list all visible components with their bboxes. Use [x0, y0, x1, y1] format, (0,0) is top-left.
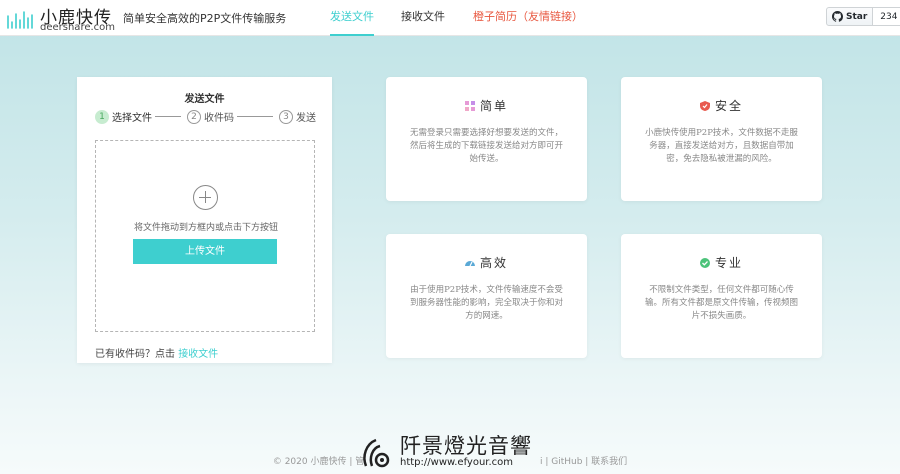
- step-label: 收件码: [204, 113, 234, 124]
- feature-card-efficient: 高效 由于使用P2P技术，文件传输速度不会受到服务器性能的影响，完全取决于你和对…: [386, 234, 587, 358]
- send-file-panel: 发送文件 1 选择文件 2 收件码 3 发送 将文件拖动到方框内或点击下方按钮 …: [77, 77, 332, 363]
- step-label: 发送: [296, 113, 316, 124]
- check-circle-icon: [699, 257, 710, 268]
- feature-title: 安全: [714, 99, 743, 113]
- feature-title: 专业: [714, 256, 743, 270]
- watermark-url: http://www.efyour.com: [400, 457, 514, 468]
- step-number: 2: [187, 109, 201, 124]
- github-star-widget: Star 234: [826, 7, 900, 26]
- github-star-count[interactable]: 234: [873, 7, 900, 26]
- footer-links[interactable]: i | GitHub | 联系我们: [540, 457, 627, 467]
- feature-desc: 小鹿快传使用P2P技术，文件数据不走服务器，直接发送给对方，且数据自带加密，免去…: [645, 128, 798, 164]
- slogan: 简单安全高效的P2P文件传输服务: [123, 12, 287, 25]
- watermark-title: 阡景燈光音響: [400, 434, 532, 458]
- shield-icon: [699, 100, 710, 111]
- receive-file-link[interactable]: 接收文件: [178, 349, 218, 360]
- feature-desc: 不限制文件类型，任何文件都可随心传输。所有文件都是原文件传输，传视频图片不损失画…: [644, 285, 798, 321]
- github-icon: [832, 11, 843, 22]
- feature-title-row: 简单: [386, 97, 587, 114]
- feature-desc: 无需登录只需要选择好想要发送的文件，然后将生成的下载链接发送给对方即可开始传送。: [409, 128, 563, 164]
- feature-card-secure: 安全 小鹿快传使用P2P技术，文件数据不走服务器，直接发送给对方，且数据自带加密…: [621, 77, 822, 201]
- feature-card-simple: 简单 无需登录只需要选择好想要发送的文件，然后将生成的下载链接发送给对方即可开始…: [386, 77, 587, 201]
- grid-icon: [464, 100, 475, 111]
- step-divider: [155, 116, 181, 117]
- feature-title-row: 专业: [621, 254, 822, 271]
- upload-file-button[interactable]: 上传文件: [133, 239, 277, 264]
- step-number: 1: [95, 109, 109, 124]
- feature-title: 简单: [479, 99, 508, 113]
- footer-text: © 2020 小鹿快传 | 管: [272, 457, 365, 467]
- drop-hint: 将文件拖动到方框内或点击下方按钮: [133, 223, 278, 233]
- github-star-label: Star: [846, 11, 868, 22]
- step-divider: [237, 116, 273, 117]
- speed-icon: [464, 260, 475, 266]
- file-dropzone[interactable]: 将文件拖动到方框内或点击下方按钮 上传文件: [95, 140, 315, 332]
- feature-title-row: 高效: [386, 254, 587, 271]
- feature-desc: 由于使用P2P技术，文件传输速度不会受到服务器性能的影响，完全取决于你和对方的网…: [409, 285, 563, 321]
- feature-card-professional: 专业 不限制文件类型，任何文件都可随心传输。所有文件都是原文件传输，传视频图片不…: [621, 234, 822, 358]
- step-receive-code: 2 收件码: [187, 109, 234, 124]
- nav-resume-link[interactable]: 橙子简历（友情链接）: [473, 0, 583, 36]
- feature-title: 高效: [479, 256, 508, 270]
- step-label: 选择文件: [112, 113, 152, 124]
- feature-title-row: 安全: [621, 97, 822, 114]
- receive-prompt: 已有收件码？点击 接收文件: [95, 345, 218, 360]
- nav-send-files[interactable]: 发送文件: [330, 0, 374, 36]
- nav-receive-files[interactable]: 接收文件: [401, 0, 445, 36]
- watermark-logo-icon: [363, 438, 390, 468]
- plus-circle-icon[interactable]: [193, 185, 218, 210]
- logo[interactable]: 小鹿快传 deershare.com: [6, 2, 116, 34]
- github-star-button[interactable]: Star: [826, 7, 874, 26]
- step-number: 3: [279, 109, 293, 124]
- panel-title: 发送文件: [184, 94, 225, 105]
- deer-logo-icon: [7, 11, 33, 29]
- logo-domain: deershare.com: [40, 22, 116, 33]
- top-header: 小鹿快传 deershare.com 简单安全高效的P2P文件传输服务 发送文件…: [0, 0, 900, 36]
- watermark: 阡景燈光音響 http://www.efyour.com: [360, 430, 540, 470]
- receive-prompt-text: 已有收件码？点击: [95, 349, 175, 360]
- step-select-file: 1 选择文件: [95, 109, 152, 124]
- step-send: 3 发送: [279, 109, 316, 124]
